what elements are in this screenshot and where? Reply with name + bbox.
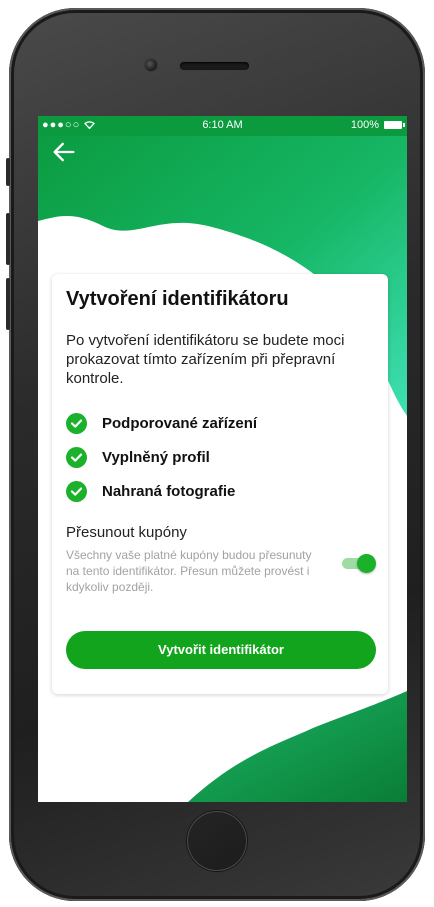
requirement-label: Vyplněný profil (102, 449, 210, 466)
requirement-label: Nahraná fotografie (102, 483, 236, 500)
front-camera (145, 59, 157, 71)
move-coupons-title: Přesunout kupóny (66, 524, 187, 541)
move-coupons-toggle[interactable] (342, 554, 376, 573)
toggle-thumb (357, 554, 376, 573)
volume-up-button (6, 213, 10, 265)
card-title: Vytvoření identifikátoru (66, 288, 289, 310)
check-circle-icon (66, 413, 87, 434)
requirement-label: Podporované zařízení (102, 415, 258, 432)
check-circle-icon (66, 447, 87, 468)
check-circle-icon (66, 481, 87, 502)
requirement-item: Nahraná fotografie (66, 481, 366, 503)
create-identifier-card: Vytvoření identifikátoru Po vytvoření id… (52, 274, 388, 694)
create-identifier-button[interactable]: Vytvořit identifikátor (66, 631, 376, 669)
battery-percent: 100% (350, 119, 379, 131)
move-coupons-description: Všechny vaše platné kupóny budou přesunu… (66, 548, 312, 594)
back-arrow-icon[interactable] (50, 138, 78, 166)
status-bar: ●●●○○ 6:10 AM 100% (38, 116, 407, 136)
card-description: Po vytvoření identifikátoru se budete mo… (66, 332, 345, 387)
earpiece-speaker (180, 62, 249, 70)
mute-switch (6, 158, 10, 186)
app-screen: ●●●○○ 6:10 AM 100% Vytvoření identifikát… (38, 116, 407, 802)
requirement-item: Vyplněný profil (66, 447, 366, 469)
requirement-item: Podporované zařízení (66, 413, 366, 435)
battery-icon (384, 121, 405, 129)
volume-down-button (6, 278, 10, 330)
home-button[interactable] (187, 811, 247, 871)
